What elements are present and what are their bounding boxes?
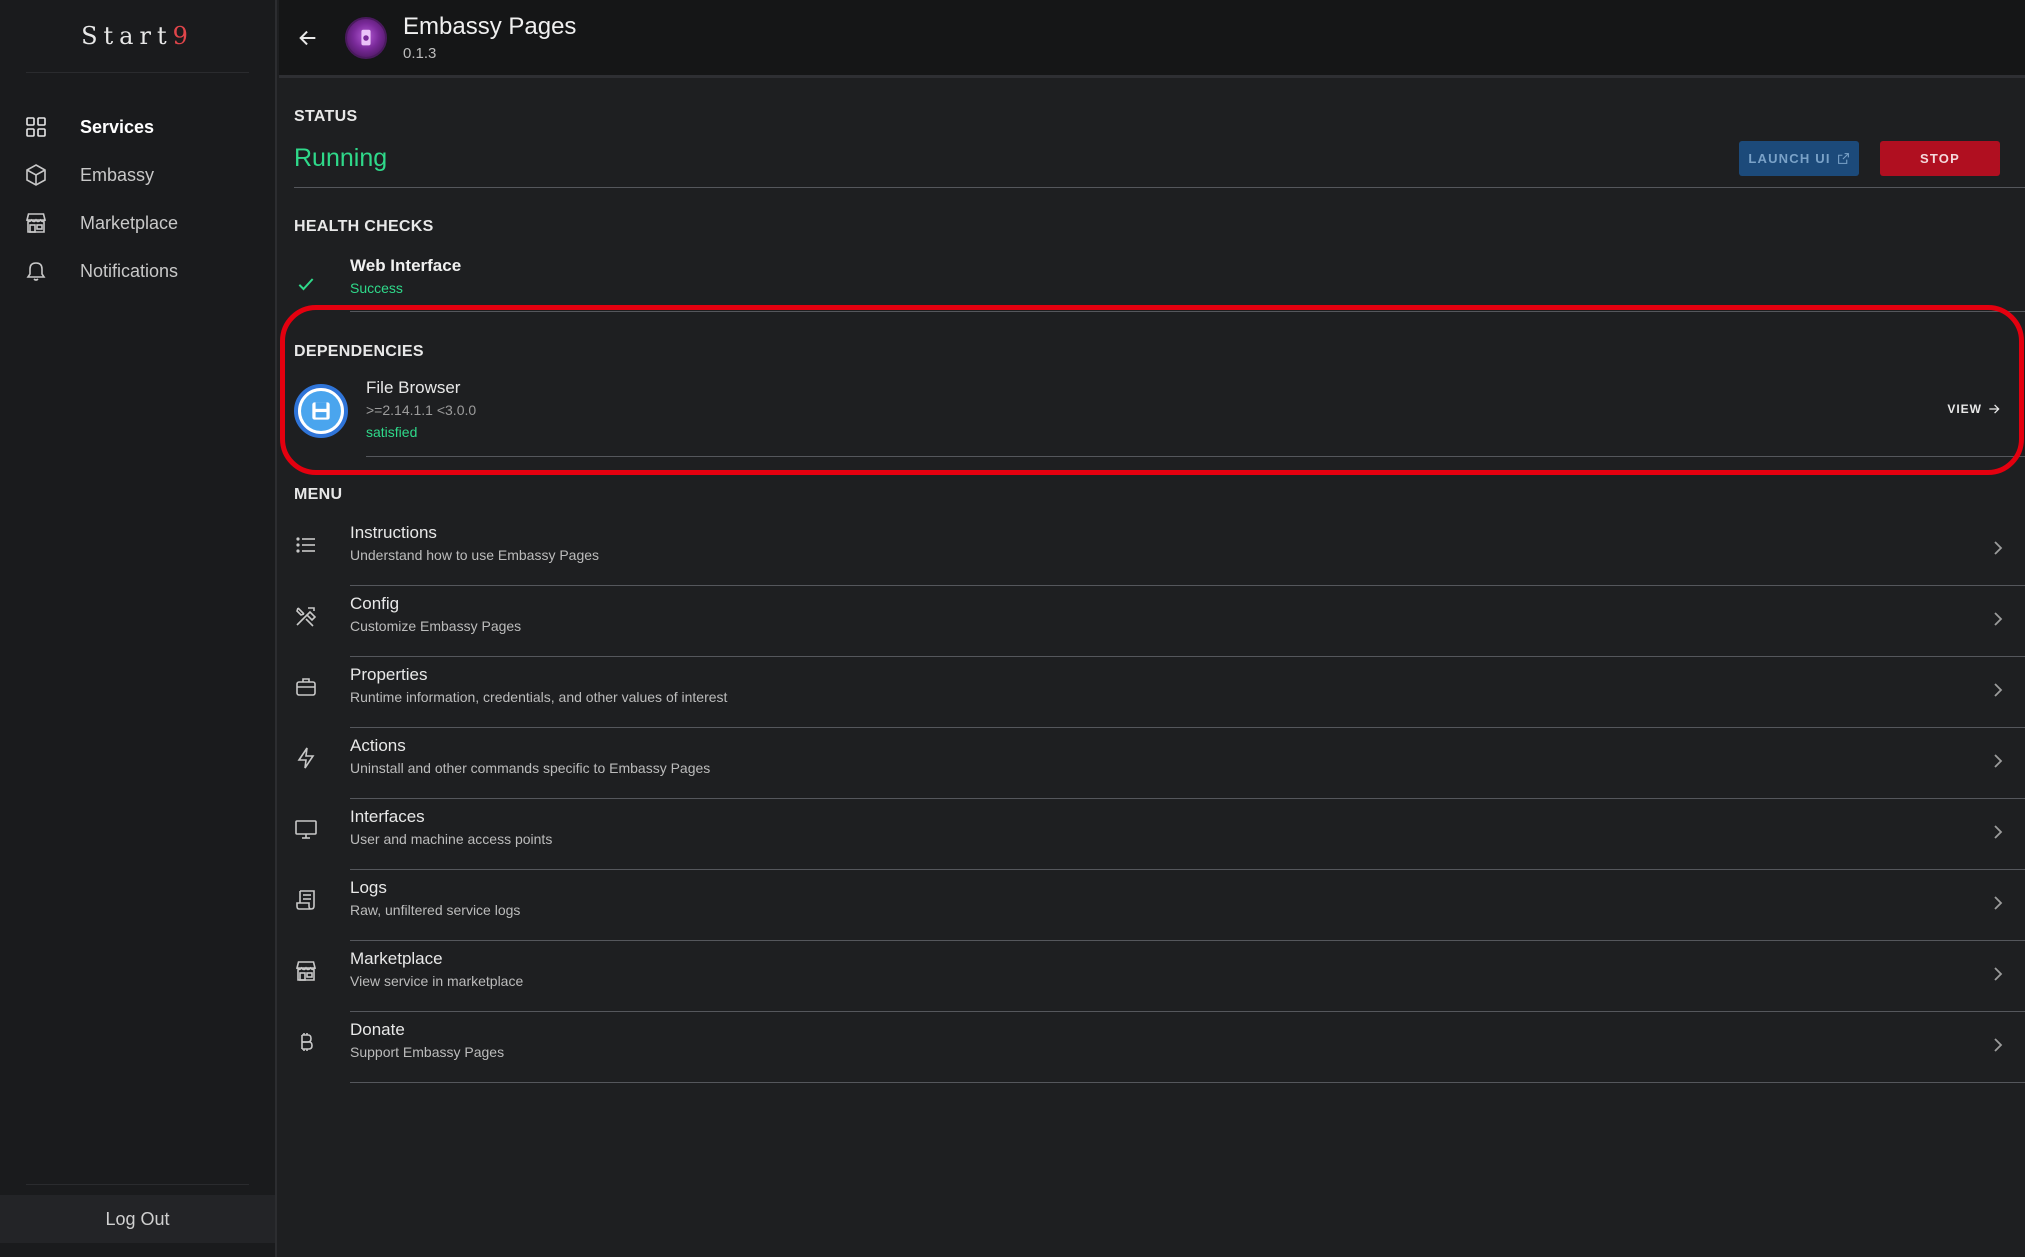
sidebar-item-label: Embassy — [80, 164, 155, 185]
menu-item-name: Logs — [350, 878, 387, 897]
lightning-icon — [294, 746, 318, 770]
page-header: Embassy Pages 0.1.3 — [279, 0, 2025, 78]
menu-item-name: Marketplace — [350, 949, 443, 968]
grid-icon — [24, 115, 48, 139]
launch-ui-label: LAUNCH UI — [1748, 151, 1831, 166]
chevron-right-icon — [1991, 965, 2005, 983]
menu-item-desc: Support Embassy Pages — [350, 1044, 505, 1060]
menu-item-name: Interfaces — [350, 807, 425, 826]
health-check-result: Success — [350, 280, 403, 296]
sidebar-item-label: Marketplace — [80, 212, 179, 233]
logout-section: Log Out — [0, 1184, 275, 1243]
menu-item-logs[interactable]: Logs Raw, unfiltered service logs — [294, 870, 2025, 941]
menu-list: Instructions Understand how to use Embas… — [294, 515, 2025, 1083]
menu-item-properties[interactable]: Properties Runtime information, credenti… — [294, 657, 2025, 728]
sidebar-item-notifications[interactable]: Notifications — [0, 247, 275, 295]
menu-item-marketplace[interactable]: Marketplace View service in marketplace — [294, 941, 2025, 1012]
cube-icon — [24, 163, 48, 187]
health-checks-title: HEALTH CHECKS — [294, 218, 434, 235]
logo-accent: 9 — [172, 22, 194, 50]
monitor-icon — [294, 817, 318, 841]
divider — [350, 1082, 2025, 1083]
menu-item-desc: Customize Embassy Pages — [350, 618, 522, 634]
back-arrow-icon[interactable] — [297, 27, 319, 49]
storefront-icon — [294, 959, 318, 983]
logo-text: Start — [81, 22, 173, 50]
menu-item-name: Properties — [350, 665, 428, 684]
sidebar-item-services[interactable]: Services — [0, 103, 275, 151]
sidebar-item-label: Services — [80, 116, 155, 137]
chevron-right-icon — [1991, 752, 2005, 770]
chevron-right-icon — [1991, 823, 2005, 841]
bell-icon — [24, 259, 48, 283]
menu-item-name: Donate — [350, 1020, 405, 1039]
storefront-icon — [24, 211, 48, 235]
sidebar-item-embassy[interactable]: Embassy — [0, 151, 275, 199]
status-value: Running — [294, 144, 388, 172]
menu-item-desc: Uninstall and other commands specific to… — [350, 760, 711, 776]
status-section-title: STATUS — [294, 108, 358, 125]
health-check-name: Web Interface — [350, 256, 462, 275]
divider — [294, 187, 2025, 188]
divider — [26, 1184, 249, 1185]
menu-item-name: Actions — [350, 736, 406, 755]
title-block: Embassy Pages 0.1.3 — [403, 13, 576, 62]
menu-item-instructions[interactable]: Instructions Understand how to use Embas… — [294, 515, 2025, 586]
sidebar-nav: Services Embassy Marketplace Notificatio… — [0, 103, 275, 295]
menu-item-name: Config — [350, 594, 400, 613]
menu-item-donate[interactable]: Donate Support Embassy Pages — [294, 1012, 2025, 1083]
chevron-right-icon — [1991, 610, 2005, 628]
start9-logo[interactable]: Start 9 — [26, 0, 249, 73]
chevron-right-icon — [1991, 539, 2005, 557]
dependencies-highlight-outline — [280, 305, 2024, 475]
menu-item-desc: User and machine access points — [350, 831, 553, 847]
tools-icon — [294, 604, 318, 628]
menu-item-config[interactable]: Config Customize Embassy Pages — [294, 586, 2025, 657]
app-version: 0.1.3 — [403, 45, 437, 62]
sidebar-item-marketplace[interactable]: Marketplace — [0, 199, 275, 247]
sidebar: Start 9 Services Embassy Marketplace Noti… — [0, 0, 277, 1257]
checkmark-icon — [296, 274, 316, 294]
chevron-right-icon — [1991, 681, 2005, 699]
menu-item-desc: Runtime information, credentials, and ot… — [350, 689, 728, 705]
menu-item-name: Instructions — [350, 523, 437, 542]
receipt-icon — [294, 888, 318, 912]
chevron-right-icon — [1991, 1036, 2005, 1054]
menu-item-actions[interactable]: Actions Uninstall and other commands spe… — [294, 728, 2025, 799]
menu-item-desc: Understand how to use Embassy Pages — [350, 547, 600, 563]
external-link-icon — [1837, 153, 1849, 164]
logout-button[interactable]: Log Out — [0, 1195, 275, 1243]
menu-title: MENU — [294, 486, 343, 503]
launch-ui-button[interactable]: LAUNCH UI — [1739, 141, 1859, 176]
embassy-pages-icon — [345, 16, 387, 59]
briefcase-icon — [294, 675, 318, 699]
menu-item-desc: Raw, unfiltered service logs — [350, 902, 521, 918]
chevron-right-icon — [1991, 894, 2005, 912]
menu-item-interfaces[interactable]: Interfaces User and machine access point… — [294, 799, 2025, 870]
stop-button[interactable]: STOP — [1880, 141, 2000, 176]
menu-item-desc: View service in marketplace — [350, 973, 524, 989]
list-icon — [294, 533, 318, 557]
page-title: Embassy Pages — [403, 13, 577, 40]
sidebar-item-label: Notifications — [80, 260, 179, 281]
bitcoin-icon — [294, 1030, 318, 1054]
